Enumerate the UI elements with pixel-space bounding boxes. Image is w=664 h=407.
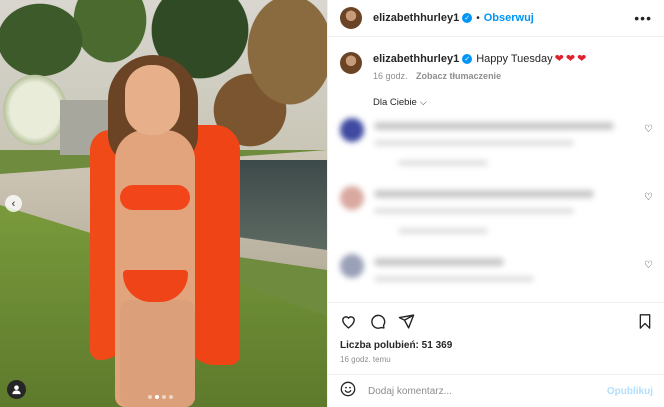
comment-item: ♡ bbox=[328, 112, 664, 180]
red-heart-emoji: ❤ bbox=[565, 53, 576, 65]
chevron-left-icon: ‹ bbox=[11, 197, 16, 210]
comment-item: ♡ bbox=[328, 248, 664, 302]
photo-legs bbox=[120, 300, 195, 407]
chevron-down-icon: ⌵ bbox=[419, 97, 427, 107]
post-actions-bar bbox=[328, 302, 664, 340]
likes-count[interactable]: Liczba polubień: 51 369 bbox=[340, 340, 452, 351]
verified-badge-icon: ✓ bbox=[462, 53, 473, 64]
carousel-dot bbox=[148, 395, 152, 399]
smiley-icon bbox=[340, 381, 356, 397]
carousel-indicator bbox=[148, 395, 173, 399]
follow-button[interactable]: Obserwuj bbox=[484, 12, 534, 24]
photo-bikini-top bbox=[120, 185, 190, 210]
share-button[interactable] bbox=[398, 313, 415, 330]
heart-outline-icon bbox=[342, 316, 355, 329]
carousel-dot bbox=[155, 395, 159, 399]
comment-avatar[interactable] bbox=[340, 186, 364, 210]
caption-meta: 16 godz. Zobacz tłumaczenie bbox=[373, 71, 586, 81]
instagram-post-modal: ‹ elizabethhurley1 ✓ • Obserwuj ••• eliz… bbox=[0, 0, 664, 407]
header-separator: • bbox=[476, 12, 480, 24]
blurred-comment-meta bbox=[374, 140, 574, 146]
caption-body: elizabethhurley1 ✓ Happy Tuesday ❤ ❤ ❤ 1… bbox=[373, 52, 587, 82]
save-button[interactable] bbox=[637, 313, 653, 330]
see-translation-link[interactable]: Zobacz tłumaczenie bbox=[416, 71, 501, 81]
comment-bubble-icon bbox=[371, 314, 386, 329]
comment-filter-dropdown[interactable]: Dla Ciebie ⌵ bbox=[373, 97, 427, 108]
blurred-comment-text bbox=[374, 190, 594, 198]
carousel-prev-button[interactable]: ‹ bbox=[5, 195, 22, 212]
caption-age: 16 godz. bbox=[373, 71, 408, 81]
author-avatar[interactable] bbox=[340, 7, 362, 29]
caption-text: Happy Tuesday bbox=[476, 52, 553, 65]
post-header: elizabethhurley1 ✓ • Obserwuj ••• bbox=[328, 0, 664, 37]
photo-face bbox=[125, 65, 180, 135]
more-options-icon[interactable]: ••• bbox=[634, 10, 652, 26]
blurred-comment-meta bbox=[374, 208, 574, 214]
red-heart-emoji: ❤ bbox=[577, 53, 587, 65]
blurred-comment-text bbox=[374, 258, 504, 266]
small-heart-icon[interactable]: ♡ bbox=[644, 192, 653, 203]
comment-filter-label: Dla Ciebie bbox=[373, 97, 417, 108]
caption-avatar[interactable] bbox=[340, 52, 362, 74]
blurred-comment-meta bbox=[374, 276, 534, 282]
post-side-panel: elizabethhurley1 ✓ • Obserwuj ••• elizab… bbox=[327, 0, 664, 407]
comment-input[interactable] bbox=[368, 385, 588, 397]
comment-avatar[interactable] bbox=[340, 118, 364, 142]
blurred-comment-text bbox=[374, 122, 614, 130]
paper-plane-icon bbox=[398, 314, 415, 329]
carousel-dot bbox=[162, 395, 166, 399]
emoji-picker-button[interactable] bbox=[340, 381, 356, 401]
comment-item: ♡ bbox=[328, 180, 664, 248]
caption-line: elizabethhurley1 ✓ Happy Tuesday ❤ ❤ ❤ bbox=[373, 52, 587, 66]
bookmark-icon bbox=[639, 314, 651, 329]
tagged-users-button[interactable] bbox=[7, 380, 26, 399]
blurred-comment-replies bbox=[398, 160, 488, 166]
small-heart-icon[interactable]: ♡ bbox=[644, 260, 653, 271]
small-heart-icon[interactable]: ♡ bbox=[644, 124, 653, 135]
comment-avatar[interactable] bbox=[340, 254, 364, 278]
comment-button[interactable] bbox=[369, 313, 386, 330]
author-username[interactable]: elizabethhurley1 bbox=[373, 12, 459, 24]
post-timestamp: 16 godz. temu bbox=[340, 355, 391, 364]
caption-username[interactable]: elizabethhurley1 bbox=[373, 53, 459, 65]
blurred-comment-replies bbox=[398, 228, 488, 234]
post-photo[interactable]: ‹ bbox=[0, 0, 327, 407]
user-tag-icon bbox=[12, 385, 21, 395]
post-caption: elizabethhurley1 ✓ Happy Tuesday ❤ ❤ ❤ 1… bbox=[328, 37, 664, 81]
like-button[interactable] bbox=[340, 313, 357, 330]
verified-badge-icon: ✓ bbox=[462, 13, 473, 23]
comments-list: ♡ ♡ ♡ bbox=[328, 112, 664, 302]
carousel-dot bbox=[169, 395, 173, 399]
photo-person bbox=[90, 55, 240, 407]
red-heart-emoji: ❤ bbox=[554, 53, 564, 65]
publish-comment-button[interactable]: Opublikuj bbox=[607, 386, 653, 397]
add-comment-bar: Opublikuj bbox=[328, 374, 664, 407]
